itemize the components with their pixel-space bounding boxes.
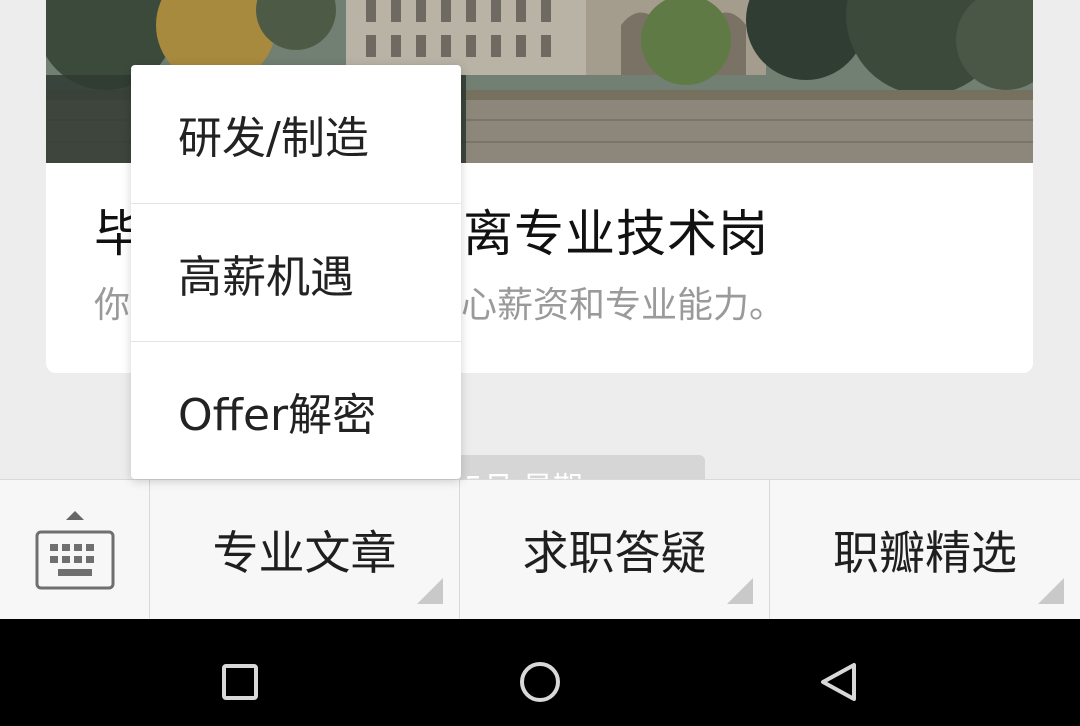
keyboard-toggle-button[interactable] [0, 480, 150, 620]
square-icon [222, 664, 258, 700]
keyboard-icon [35, 511, 115, 590]
submenu-item-high-salary[interactable]: 高薪机遇 [131, 203, 461, 342]
chat-screen: 毕离专业技术岗 你心薪资和专业能力。 5月 星期 研发/制造 高薪机遇 Offe… [0, 0, 1080, 726]
submenu-item-label: 高薪机遇 [178, 252, 354, 303]
submenu-indicator-icon [417, 578, 443, 604]
system-navigation-bar [0, 619, 1080, 726]
submenu-indicator-icon [1038, 578, 1064, 604]
menu-tab-label: 专业文章 [212, 526, 397, 580]
submenu-popup: 研发/制造 高薪机遇 Offer解密 [131, 65, 461, 479]
submenu-item-label: Offer解密 [178, 390, 377, 441]
back-button[interactable] [778, 619, 898, 726]
recents-button[interactable] [180, 619, 300, 726]
home-button[interactable] [480, 619, 600, 726]
submenu-indicator-icon [727, 578, 753, 604]
menu-tab-professional-articles[interactable]: 专业文章 [150, 480, 460, 620]
menu-tab-label: 职瓣精选 [833, 526, 1017, 580]
submenu-item-rd-manufacturing[interactable]: 研发/制造 [131, 65, 461, 203]
official-account-menu-bar: 专业文章 求职答疑 职瓣精选 [0, 479, 1080, 620]
submenu-item-offer-decode[interactable]: Offer解密 [131, 341, 461, 480]
circle-icon [520, 662, 560, 702]
menu-tab-job-qa[interactable]: 求职答疑 [460, 480, 770, 620]
menu-tab-label: 求职答疑 [522, 526, 707, 580]
submenu-item-label: 研发/制造 [178, 113, 369, 164]
triangle-back-icon [821, 663, 856, 701]
menu-tab-featured[interactable]: 职瓣精选 [770, 480, 1080, 620]
